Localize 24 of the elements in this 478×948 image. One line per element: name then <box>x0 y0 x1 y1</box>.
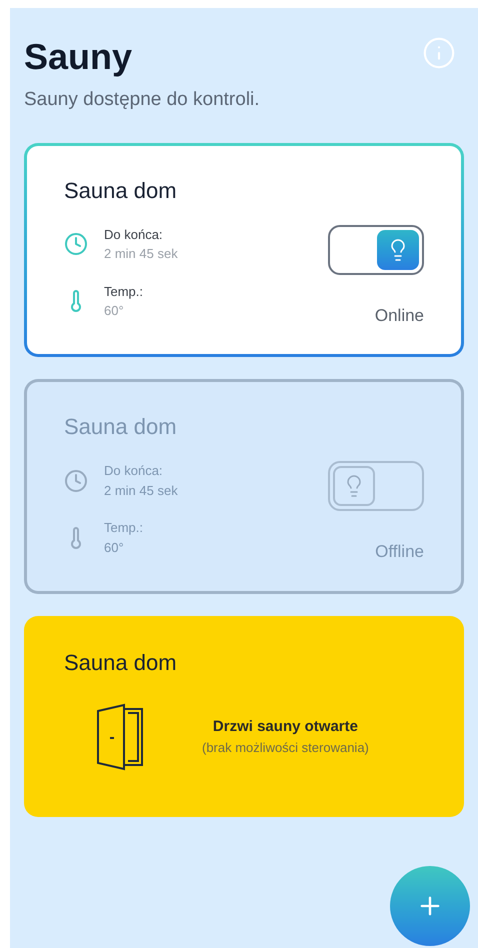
temperature-label: Temp.: <box>104 282 144 301</box>
timer-label: Do końca: <box>104 462 164 480</box>
temperature-value: 60° <box>104 538 125 556</box>
timer-label: Do końca: <box>104 226 164 244</box>
temperature-label: Temp.: <box>104 519 144 537</box>
light-toggle[interactable] <box>328 461 424 511</box>
temperature-value: 60° <box>104 302 125 320</box>
clock-icon <box>64 232 88 256</box>
clock-icon <box>64 468 88 492</box>
sauna-name: Sauna dom <box>64 176 178 204</box>
page-subtitle: Sauny dostępne do kontroli. <box>24 88 261 112</box>
sauna-card[interactable]: Sauna dom Drzwi sauny otwarte (brak możliwości sterowania) <box>24 616 464 816</box>
status-label: Offline <box>375 541 424 563</box>
timer-value: 2 min 45 sek <box>104 245 178 263</box>
sauna-name: Sauna dom <box>64 413 178 441</box>
timer-value: 2 min 45 sek <box>104 482 178 500</box>
sauna-name: Sauna dom <box>64 648 178 676</box>
sauna-card[interactable]: Sauna dom Do końca: 2 min 45 sek Temp.: 60° Online <box>24 142 464 357</box>
light-toggle[interactable] <box>328 224 424 274</box>
page-title: Sauny <box>24 35 132 79</box>
door-open-note: (brak możliwości sterowania) <box>202 739 369 757</box>
door-icon <box>96 702 146 770</box>
door-open-message: Drzwi sauny otwarte <box>212 716 358 736</box>
status-label: Online <box>374 304 424 326</box>
